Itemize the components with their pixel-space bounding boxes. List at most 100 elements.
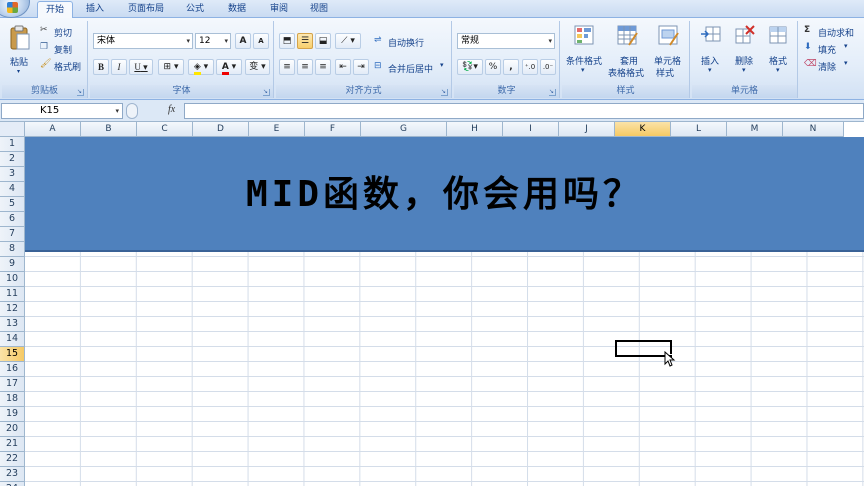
- tab-page-layout[interactable]: 页面布局: [118, 1, 174, 18]
- row-header-3[interactable]: 3: [0, 167, 25, 182]
- delete-cells-button[interactable]: 删除 ▾: [728, 23, 760, 81]
- format-cells-button[interactable]: 格式 ▾: [762, 23, 794, 81]
- column-header-n[interactable]: N: [783, 122, 844, 137]
- align-middle-button[interactable]: ☰: [297, 33, 313, 49]
- column-header-i[interactable]: I: [503, 122, 559, 137]
- row-header-8[interactable]: 8: [0, 242, 25, 257]
- column-header-j[interactable]: J: [559, 122, 615, 137]
- row-header-19[interactable]: 19: [0, 407, 25, 422]
- number-launcher-icon[interactable]: ↘: [549, 89, 556, 96]
- column-header-m[interactable]: M: [727, 122, 783, 137]
- formula-input[interactable]: [184, 103, 864, 119]
- column-header-f[interactable]: F: [305, 122, 361, 137]
- row-header-18[interactable]: 18: [0, 392, 25, 407]
- font-color-button[interactable]: A ▾: [216, 59, 242, 75]
- row-header-1[interactable]: 1: [0, 137, 25, 152]
- row-header-10[interactable]: 10: [0, 272, 25, 287]
- column-header-l[interactable]: L: [671, 122, 727, 137]
- font-name-select[interactable]: 宋体 ▾: [93, 33, 193, 49]
- column-header-a[interactable]: A: [25, 122, 81, 137]
- align-bottom-button[interactable]: ⬓: [315, 33, 331, 49]
- select-all-button[interactable]: [0, 122, 25, 137]
- resize-handle[interactable]: [126, 103, 138, 119]
- autosum-button[interactable]: Σ 自动求和: [804, 25, 864, 39]
- tab-data[interactable]: 数据: [220, 1, 254, 18]
- column-header-b[interactable]: B: [81, 122, 137, 137]
- shrink-font-button[interactable]: A: [253, 33, 269, 49]
- column-header-h[interactable]: H: [447, 122, 503, 137]
- underline-button[interactable]: U ▾: [129, 59, 153, 75]
- column-header-g[interactable]: G: [361, 122, 447, 137]
- row-header-9[interactable]: 9: [0, 257, 25, 272]
- tab-review[interactable]: 审阅: [262, 1, 296, 18]
- clear-button[interactable]: ⌫ 清除 ▾: [804, 59, 864, 73]
- borders-button[interactable]: ⊞ ▾: [158, 59, 184, 75]
- office-button[interactable]: [0, 0, 30, 18]
- row-header-11[interactable]: 11: [0, 287, 25, 302]
- row-header-20[interactable]: 20: [0, 422, 25, 437]
- row-header-12[interactable]: 12: [0, 302, 25, 317]
- sheet-title[interactable]: MID函数，你会用吗？: [25, 137, 864, 252]
- row-header-2[interactable]: 2: [0, 152, 25, 167]
- format-as-table-button[interactable]: 套用 表格格式: [608, 23, 648, 81]
- number-format-select[interactable]: 常规 ▾: [457, 33, 555, 49]
- fill-button[interactable]: ⬇ 填充 ▾: [804, 42, 864, 56]
- cut-button[interactable]: ✂ 剪切: [40, 25, 84, 39]
- increase-decimal-button[interactable]: ⁺.0: [522, 59, 538, 75]
- decrease-decimal-button[interactable]: .0⁻: [540, 59, 556, 75]
- tab-formulas[interactable]: 公式: [178, 1, 212, 18]
- conditional-formatting-button[interactable]: 条件格式 ▾: [564, 23, 606, 81]
- paste-button[interactable]: 粘贴 ▾: [6, 23, 34, 79]
- column-header-e[interactable]: E: [249, 122, 305, 137]
- font-launcher-icon[interactable]: ↘: [263, 89, 270, 96]
- tab-home[interactable]: 开始: [37, 1, 73, 18]
- row-header-5[interactable]: 5: [0, 197, 25, 212]
- align-right-icon: ≡: [319, 62, 327, 72]
- copy-button[interactable]: ❐ 复制: [40, 42, 84, 56]
- cell-styles-button[interactable]: 单元格 样式: [650, 23, 688, 81]
- italic-button[interactable]: I: [111, 59, 127, 75]
- comma-label: ,: [509, 62, 513, 72]
- fill-color-button[interactable]: ◈ ▾: [188, 59, 214, 75]
- align-left-button[interactable]: ≡: [279, 59, 295, 75]
- align-top-button[interactable]: ⬒: [279, 33, 295, 49]
- row-header-24[interactable]: 24: [0, 482, 25, 486]
- row-header-4[interactable]: 4: [0, 182, 25, 197]
- row-header-15[interactable]: 15: [0, 347, 25, 362]
- comma-button[interactable]: ,: [503, 59, 519, 75]
- row-header-7[interactable]: 7: [0, 227, 25, 242]
- row-header-17[interactable]: 17: [0, 377, 25, 392]
- align-center-button[interactable]: ≡: [297, 59, 313, 75]
- wrap-text-button[interactable]: ⇌ 自动换行: [374, 33, 450, 49]
- format-painter-button[interactable]: 🖌 格式刷: [40, 59, 88, 73]
- row-header-13[interactable]: 13: [0, 317, 25, 332]
- merge-center-button[interactable]: ⊟ 合并后居中 ▾: [374, 59, 450, 75]
- increase-indent-button[interactable]: ⇥: [353, 59, 369, 75]
- phonetic-button[interactable]: 变 ▾: [245, 59, 270, 75]
- column-header-k[interactable]: K: [615, 122, 671, 137]
- accounting-format-button[interactable]: 💱▾: [457, 59, 483, 75]
- tab-insert[interactable]: 插入: [78, 1, 112, 18]
- row-header-16[interactable]: 16: [0, 362, 25, 377]
- clipboard-launcher-icon[interactable]: ↘: [77, 89, 84, 96]
- bold-button[interactable]: B: [93, 59, 109, 75]
- name-box[interactable]: K15 ▾: [1, 103, 123, 119]
- insert-function-icon[interactable]: fx: [168, 104, 175, 115]
- row-header-14[interactable]: 14: [0, 332, 25, 347]
- column-header-d[interactable]: D: [193, 122, 249, 137]
- tab-view[interactable]: 视图: [302, 1, 336, 18]
- column-header-c[interactable]: C: [137, 122, 193, 137]
- grow-font-button[interactable]: A: [235, 33, 251, 49]
- orientation-button[interactable]: ⟋ ▾: [335, 33, 361, 49]
- align-right-button[interactable]: ≡: [315, 59, 331, 75]
- percent-button[interactable]: %: [485, 59, 501, 75]
- row-header-23[interactable]: 23: [0, 467, 25, 482]
- decrease-indent-button[interactable]: ⇤: [335, 59, 351, 75]
- insert-cells-button[interactable]: 插入 ▾: [694, 23, 726, 81]
- row-header-6[interactable]: 6: [0, 212, 25, 227]
- row-header-22[interactable]: 22: [0, 452, 25, 467]
- alignment-launcher-icon[interactable]: ↘: [441, 89, 448, 96]
- paste-icon: [10, 25, 30, 50]
- row-header-21[interactable]: 21: [0, 437, 25, 452]
- font-size-select[interactable]: 12 ▾: [195, 33, 231, 49]
